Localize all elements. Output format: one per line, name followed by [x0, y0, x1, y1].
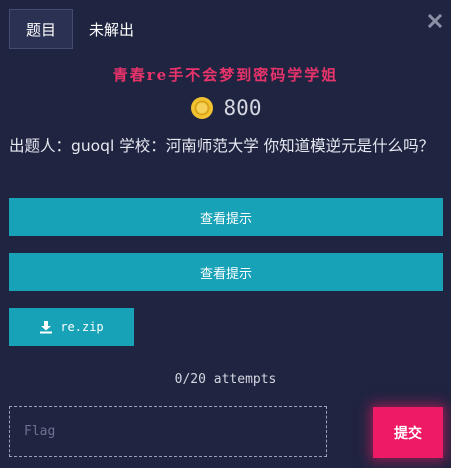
- submit-button[interactable]: 提交: [373, 407, 443, 458]
- tab-bar: 题目 未解出: [9, 9, 150, 49]
- attempts-counter: 0/20 attempts: [174, 372, 277, 387]
- attachment-filename: re.zip: [60, 320, 104, 334]
- view-hint-button-1[interactable]: 查看提示: [9, 198, 443, 236]
- download-icon: [40, 321, 53, 334]
- points-display: 800: [0, 96, 451, 120]
- coin-icon: [190, 97, 213, 119]
- challenge-description: 出题人：guoql 学校：河南师范大学 你知道模逆元是什么吗？: [9, 137, 435, 155]
- challenge-title: 青春re手不会梦到密码学学姐: [112, 66, 339, 84]
- points-value: 800: [223, 96, 262, 120]
- tab-unsolved[interactable]: 未解出: [73, 9, 150, 49]
- view-hint-button-2[interactable]: 查看提示: [9, 253, 443, 291]
- close-icon[interactable]: [428, 14, 442, 28]
- tab-challenge[interactable]: 题目: [9, 9, 74, 49]
- flag-input[interactable]: [9, 406, 327, 457]
- download-attachment-button[interactable]: re.zip: [9, 308, 134, 346]
